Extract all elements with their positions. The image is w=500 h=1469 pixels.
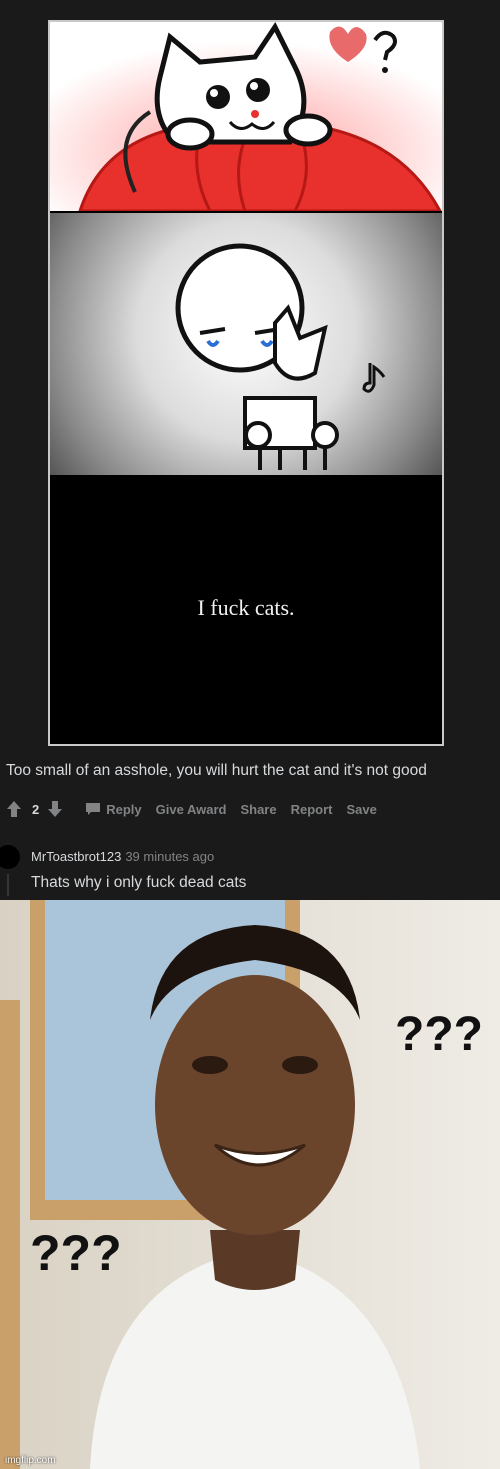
watermark: imgflip.com <box>5 1455 56 1466</box>
comic-panel-caption: I fuck cats. <box>50 477 442 744</box>
reply-body: Thats why i only fuck dead cats <box>31 874 247 891</box>
save-button[interactable]: Save <box>346 802 376 817</box>
reply-button[interactable]: Reply <box>85 801 142 817</box>
comic-caption: I fuck cats. <box>197 595 295 620</box>
give-award-button[interactable]: Give Award <box>156 802 227 817</box>
reply-header: MrToastbrot123 39 minutes ago <box>31 849 214 864</box>
comic-panel-cat <box>50 22 442 211</box>
question-marks-right: ??? <box>395 1008 483 1061</box>
thread-line[interactable] <box>7 874 9 896</box>
top-strip <box>0 0 500 22</box>
question-marks-left: ??? <box>30 1225 122 1281</box>
upvote-icon[interactable] <box>6 800 22 818</box>
cat-illustration <box>50 22 442 211</box>
comment-icon <box>86 803 101 815</box>
share-button[interactable]: Share <box>240 802 276 817</box>
comic-panel-man <box>50 213 442 475</box>
reply-label: Reply <box>106 801 142 817</box>
comment-body: Too small of an asshole, you will hurt t… <box>6 762 427 779</box>
vote-count: 2 <box>32 801 40 817</box>
reaction-meme-image: ??? ??? imgflip.com <box>0 900 500 1469</box>
avatar[interactable] <box>0 845 20 869</box>
report-button[interactable]: Report <box>291 802 333 817</box>
confused-man-photo: ??? ??? <box>0 900 500 1469</box>
man-illustration <box>175 243 386 470</box>
timestamp: 39 minutes ago <box>125 849 215 864</box>
username-link[interactable]: MrToastbrot123 <box>31 849 121 864</box>
comment-action-bar: 2 Reply Give Award Share Report Save <box>6 798 377 820</box>
downvote-icon[interactable] <box>47 800 63 818</box>
comic-image[interactable]: I fuck cats. <box>48 20 444 746</box>
